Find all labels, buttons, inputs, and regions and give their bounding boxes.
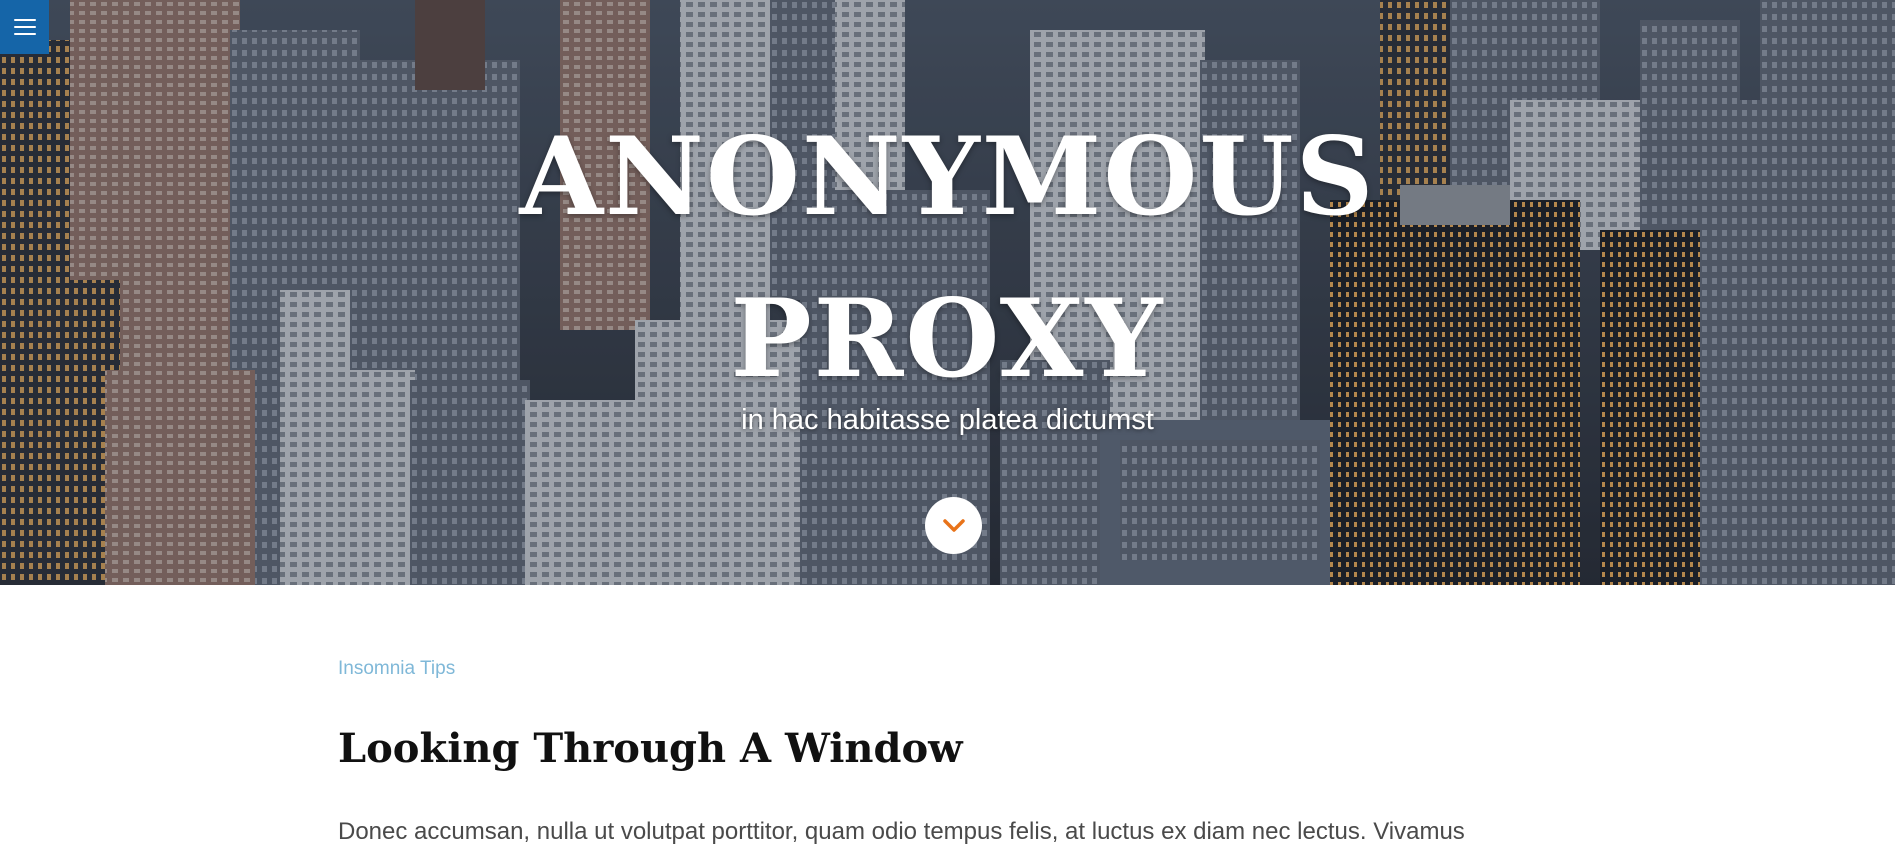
hero-subtitle: in hac habitasse platea dictumst xyxy=(741,404,1154,436)
hero-title-line-2: PROXY xyxy=(730,276,1165,402)
hamburger-menu-icon xyxy=(13,19,36,35)
menu-button[interactable] xyxy=(0,0,49,54)
hero-title-line-1: ANONYMOUS xyxy=(519,114,1376,240)
scroll-down-button[interactable] xyxy=(925,497,982,554)
post-excerpt: Donec accumsan, nulla ut volutpat portti… xyxy=(338,818,1465,845)
hero-title: ANONYMOUS PROXY xyxy=(0,96,1895,420)
post-preview: Insomnia Tips Looking Through A Window D… xyxy=(338,585,1578,852)
post-title[interactable]: Looking Through A Window xyxy=(338,724,1578,774)
hero-banner: ANONYMOUS PROXY in hac habitasse platea … xyxy=(0,0,1895,585)
chevron-down-icon xyxy=(942,518,965,532)
post-category-link[interactable]: Insomnia Tips xyxy=(338,657,1578,681)
